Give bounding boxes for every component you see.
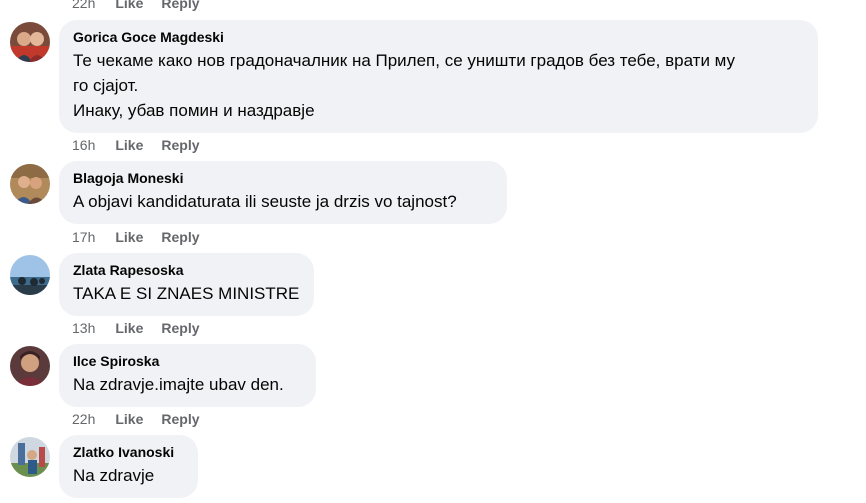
reply-button[interactable]: Reply [161,320,199,336]
avatar[interactable] [10,164,50,204]
comment-bubble: Blagoja Moneski A objavi kandidaturata i… [59,161,507,224]
comment-text-line: го сјајот. [73,76,139,95]
previous-comment-actions: 22h Like Reply [72,0,200,11]
comment-text: A objavi kandidaturata ili seuste ja drz… [73,189,493,214]
comment-author[interactable]: Zlatko Ivanoski [73,443,184,461]
comment-actions: 17h Like Reply [72,228,200,246]
comment-text-line: Те чекаме како нов градоначалник на Прил… [73,51,736,70]
comment-author[interactable]: Blagoja Moneski [73,169,493,187]
comment-text: TAKA E SI ZNAES MINISTRE [73,281,300,306]
comment-text-line: A objavi kandidaturata ili seuste ja drz… [73,192,457,211]
comment-actions: 13h Like Reply [72,319,200,337]
comment-author[interactable]: Zlata Rapesoska [73,261,300,279]
reply-button[interactable]: Reply [161,411,199,427]
comment-timestamp[interactable]: 22h [72,0,95,11]
comment-text: Те чекаме како нов градоначалник на Прил… [73,48,804,123]
comment-text: Na zdravje [73,463,184,488]
like-button[interactable]: Like [115,137,143,153]
comment-bubble: Zlatko Ivanoski Na zdravje [59,435,198,498]
comment-text-line: Инаку, убав помин и наздравје [73,101,315,120]
reply-button[interactable]: Reply [161,229,199,245]
avatar[interactable] [10,22,50,62]
comment-timestamp[interactable]: 13h [72,320,95,336]
comment-timestamp[interactable]: 16h [72,137,95,153]
reply-button[interactable]: Reply [161,0,199,11]
comment-bubble: Ilce Spiroska Na zdravje.imajte ubav den… [59,344,316,407]
like-button[interactable]: Like [115,229,143,245]
avatar[interactable] [10,255,50,295]
comment-timestamp[interactable]: 22h [72,411,95,427]
comment-bubble: Zlata Rapesoska TAKA E SI ZNAES MINISTRE [59,253,314,316]
avatar[interactable] [10,346,50,386]
comment-actions: 16h Like Reply [72,136,200,154]
comment-author[interactable]: Gorica Goce Magdeski [73,28,804,46]
comment-text-line: Na zdravje [73,466,155,485]
comment-text-line: Na zdravje.imajte ubav den. [73,375,284,394]
avatar[interactable] [10,437,50,477]
comment-actions: 22h Like Reply [72,410,200,428]
reply-button[interactable]: Reply [161,137,199,153]
comment-timestamp[interactable]: 17h [72,229,95,245]
comment-text-line: TAKA E SI ZNAES MINISTRE [73,284,300,303]
like-button[interactable]: Like [115,0,143,11]
comment-author[interactable]: Ilce Spiroska [73,352,302,370]
like-button[interactable]: Like [115,320,143,336]
comment-text: Na zdravje.imajte ubav den. [73,372,302,397]
like-button[interactable]: Like [115,411,143,427]
comment-bubble: Gorica Goce Magdeski Те чекаме како нов … [59,20,818,133]
